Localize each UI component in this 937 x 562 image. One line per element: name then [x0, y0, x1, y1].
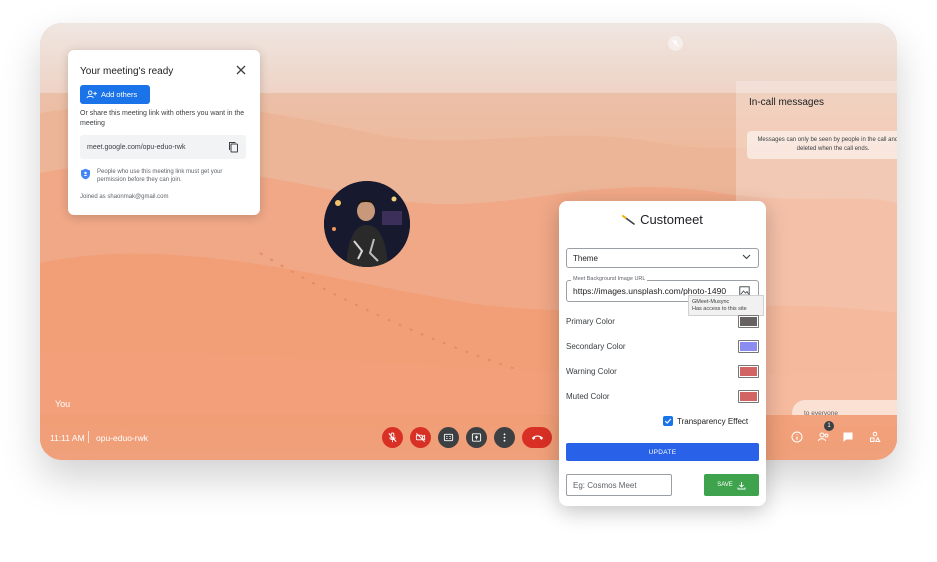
download-icon: [737, 481, 746, 489]
warning-color-picker[interactable]: [738, 365, 759, 378]
preset-name-placeholder: Eg: Cosmos Meet: [573, 480, 637, 490]
chat-icon: [843, 432, 853, 442]
messages-panel-title: In-call messages: [749, 97, 825, 108]
share-instructions: Or share this meeting link with others y…: [80, 110, 245, 127]
save-button[interactable]: SAVE: [704, 474, 759, 496]
chevron-down-icon: [742, 254, 751, 260]
activities-button[interactable]: [868, 430, 882, 444]
background-url-legend: Meet Background Image URL: [571, 276, 648, 282]
warning-color-row: Warning Color: [566, 365, 759, 379]
theme-select[interactable]: Theme: [566, 248, 759, 268]
meeting-details-button[interactable]: [790, 430, 804, 444]
info-icon: [791, 431, 803, 443]
meeting-ready-title: Your meeting's ready: [80, 66, 174, 77]
mic-off-indicator: [668, 36, 683, 51]
end-call-button[interactable]: [522, 427, 552, 448]
customeet-title: Customeet: [640, 212, 703, 227]
meeting-code: opu-eduo-rwk: [96, 433, 148, 443]
people-count-badge: 1: [824, 421, 834, 431]
tooltip-line-2: Has access to this site: [692, 306, 747, 312]
clock-time: 11:11 AM: [50, 433, 85, 443]
more-vert-icon: [503, 433, 506, 442]
messages-privacy-note: Messages can only be seen by people in t…: [747, 131, 897, 159]
chat-button[interactable]: [841, 430, 855, 444]
transparency-checkbox[interactable]: [663, 416, 673, 426]
add-person-icon: [86, 90, 97, 99]
checkmark-icon: [664, 418, 672, 424]
preset-name-input[interactable]: Eg: Cosmos Meet: [566, 474, 672, 496]
secondary-color-row: Secondary Color: [566, 340, 759, 354]
transparency-toggle[interactable]: Transparency Effect: [663, 416, 748, 426]
primary-color-picker[interactable]: [738, 315, 759, 328]
warning-color-label: Warning Color: [566, 367, 617, 376]
people-icon: [817, 432, 828, 442]
toolbar-separator: [88, 431, 89, 443]
self-view-label: You: [55, 399, 71, 409]
close-icon[interactable]: [236, 65, 246, 75]
people-button[interactable]: [816, 430, 830, 444]
meeting-ready-card: Your meeting's ready Add others Or share…: [68, 50, 260, 215]
brush-icon: [622, 214, 635, 225]
camera-toggle-button[interactable]: [410, 427, 431, 448]
mic-off-icon: [388, 432, 397, 443]
secondary-color-label: Secondary Color: [566, 342, 626, 351]
participant-avatar: [324, 181, 410, 267]
customeet-popup: Customeet Theme Meet Background Image UR…: [559, 201, 766, 506]
add-others-label: Add others: [101, 90, 138, 99]
microphone-toggle-button[interactable]: [382, 427, 403, 448]
meeting-link-box: meet.google.com/opu-eduo-rwk: [80, 135, 246, 159]
tooltip-line-1: GMeet-Musync: [692, 299, 730, 305]
primary-color-label: Primary Color: [566, 317, 615, 326]
activities-icon: [870, 431, 881, 442]
secondary-color-picker[interactable]: [738, 340, 759, 353]
muted-color-label: Muted Color: [566, 392, 610, 401]
muted-color-picker[interactable]: [738, 390, 759, 403]
shield-icon: [81, 168, 90, 180]
camera-off-icon: [415, 433, 426, 442]
copy-icon[interactable]: [228, 141, 239, 153]
muted-color-row: Muted Color: [566, 390, 759, 404]
end-call-icon: [531, 435, 543, 440]
captions-button[interactable]: [438, 427, 459, 448]
extension-tooltip: GMeet-Musync Has access to this site: [688, 295, 764, 316]
bottom-toolbar: 11:11 AM opu-eduo-rwk 1: [40, 415, 897, 460]
present-icon: [471, 433, 482, 442]
mic-off-icon: [672, 40, 679, 47]
permission-note-text: People who use this meeting link must ge…: [97, 169, 223, 183]
update-button[interactable]: UPDATE: [566, 443, 759, 461]
primary-color-row: Primary Color: [566, 315, 759, 329]
present-screen-button[interactable]: [466, 427, 487, 448]
more-options-button[interactable]: [494, 427, 515, 448]
transparency-label: Transparency Effect: [677, 416, 749, 426]
add-others-button[interactable]: Add others: [80, 85, 150, 104]
save-label: SAVE: [717, 482, 733, 488]
joined-as-text: Joined as shaonmak@gmail.com: [80, 194, 169, 200]
avatar-photo: [324, 181, 410, 267]
customeet-header: Customeet: [559, 212, 766, 227]
captions-icon: [443, 433, 454, 442]
theme-select-value: Theme: [573, 253, 598, 263]
permission-note: People who use this meeting link must ge…: [80, 168, 252, 184]
meeting-link: meet.google.com/opu-eduo-rwk: [87, 143, 186, 151]
